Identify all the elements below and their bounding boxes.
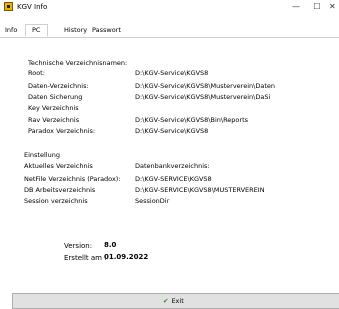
maximize-button[interactable]: ☐	[307, 0, 327, 14]
row-label: Paradox Verzeichnis:	[28, 127, 96, 135]
version-label: Version:	[64, 242, 93, 250]
row-value: D:\KGV-Service\KGVS8	[135, 127, 209, 135]
row-label: Root:	[28, 69, 45, 77]
created-value: 01.09.2022	[104, 253, 149, 261]
window-title: KGV Info	[17, 3, 48, 11]
setting-label: NetFile Verzeichnis (Paradox):	[24, 175, 121, 183]
row-value: D:\KGV-Service\KGVS8\Musterverein\Daten	[135, 82, 275, 90]
row-value: D:\KGV-Service\KGVS8\Bin\Reports	[135, 116, 249, 124]
title-bar: KGV Info — ☐ ✕	[0, 0, 339, 14]
setting-label: Session verzeichnis	[24, 197, 88, 205]
exit-label: Exit	[171, 297, 184, 305]
tab-history[interactable]: History	[62, 25, 89, 36]
row-value: D:\KGV-Service\KGVS8	[135, 69, 209, 77]
settings-title: Einstellung	[24, 151, 60, 159]
tab-pc[interactable]: PC	[25, 24, 48, 37]
setting-label: DB Arbeitsverzeichnis	[24, 186, 96, 194]
setting-label: Aktuelles Verzeichnis	[24, 162, 93, 170]
setting-value: Datenbankverzeichnis:	[135, 162, 210, 170]
setting-value: D:\KGV-SERVICE\KGVS8	[135, 175, 212, 183]
exit-button[interactable]: ✔ Exit	[12, 293, 339, 309]
created-label: Erstellt am :	[64, 254, 107, 262]
row-label: Daten Sicherung	[28, 93, 83, 101]
tab-bar: Info PC History Passwort	[0, 24, 339, 38]
app-icon	[4, 2, 13, 11]
minimize-button[interactable]: —	[286, 0, 306, 14]
tab-info[interactable]: Info	[3, 25, 19, 36]
setting-value: D:\KGV-SERVICE\KGVS8\MUSTERVEREIN	[135, 186, 265, 194]
tab-passwort[interactable]: Passwort	[90, 25, 123, 36]
close-button[interactable]: ✕	[329, 0, 339, 14]
setting-value: SessionDir	[135, 197, 170, 205]
row-label: Daten-Verzeichnis:	[28, 82, 89, 90]
section-title: Technische Verzeichnisnamen:	[28, 59, 128, 67]
row-label: Key Verzeichnis	[28, 104, 79, 112]
row-value: D:\KGV-Service\KGVS8\Musterverein\DaSi	[135, 93, 271, 101]
version-value: 8.0	[104, 241, 117, 249]
row-label: Rav Verzeichnis	[28, 116, 80, 124]
checkmark-icon: ✔	[163, 297, 169, 305]
